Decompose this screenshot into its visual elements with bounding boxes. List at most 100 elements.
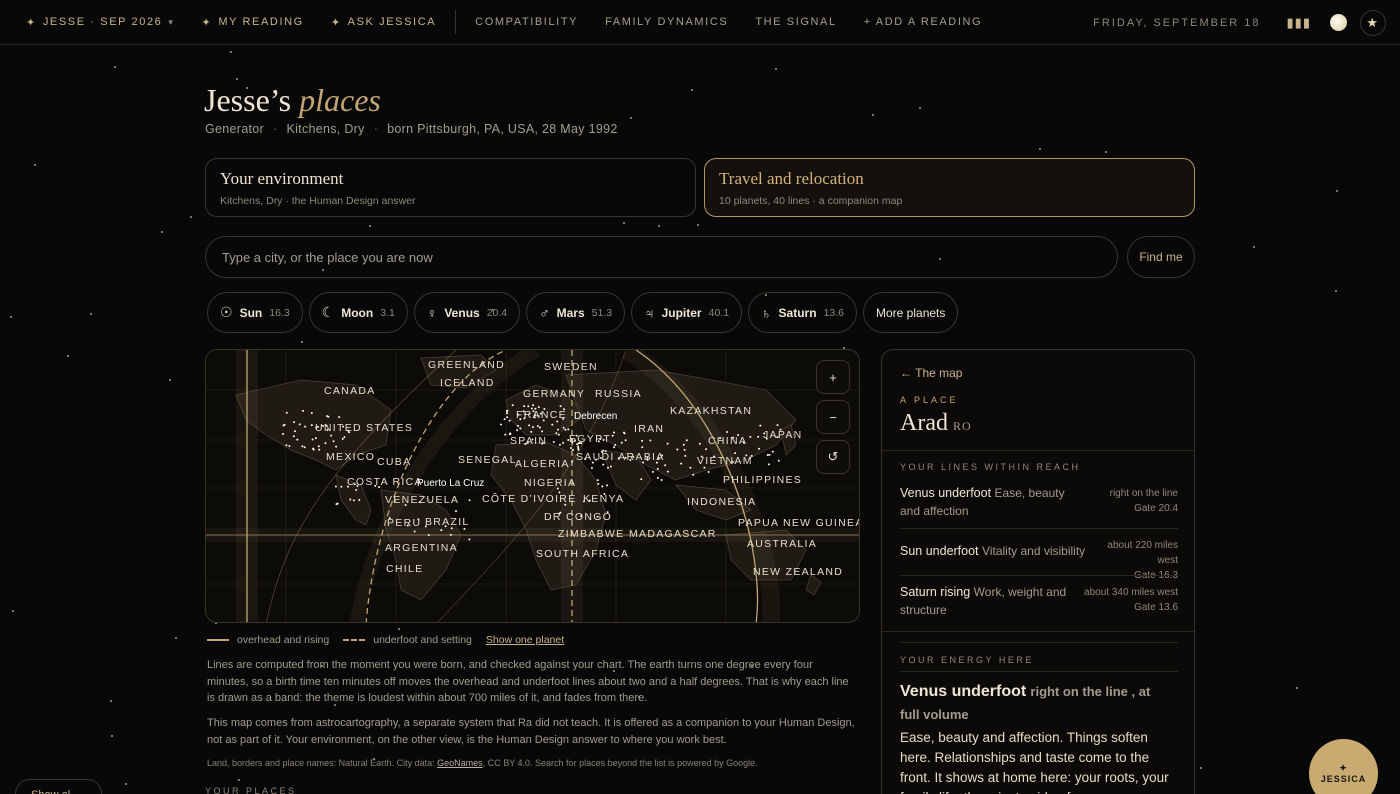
star-dot xyxy=(1105,151,1108,154)
profile-switcher[interactable]: ✦ JESSE · SEP 2026 ▾ xyxy=(26,16,175,29)
city-dot xyxy=(516,424,519,427)
map-label: ZIMBABWE xyxy=(558,528,625,540)
nav-add-reading[interactable]: + ADD A READING xyxy=(864,16,982,28)
chip-mars[interactable]: ♂ Mars 51.3 xyxy=(526,292,626,333)
show-one-planet-link[interactable]: Show one planet xyxy=(486,634,564,646)
city-dot xyxy=(335,445,338,448)
venus-icon: ♀ xyxy=(426,304,438,321)
city-dot xyxy=(606,466,609,469)
city-dot xyxy=(468,538,471,541)
city-dot xyxy=(777,459,780,462)
star-dot xyxy=(369,225,372,228)
map-label: AUSTRALIA xyxy=(747,538,818,550)
city-dot xyxy=(614,443,617,446)
chip-jupiter[interactable]: ♃ Jupiter 40.1 xyxy=(631,292,743,333)
city-dot xyxy=(656,467,659,470)
ask-jessica-fab[interactable]: ✦ JESSICA xyxy=(1309,739,1378,794)
map-label: ARGENTINA xyxy=(385,542,458,554)
star-dot xyxy=(1335,290,1338,293)
city-dot xyxy=(552,440,555,443)
city-dot xyxy=(757,435,760,438)
city-dot xyxy=(656,476,659,479)
map-label: SPAIN xyxy=(510,435,548,447)
city-dot xyxy=(749,435,752,438)
card-title: Your environment xyxy=(220,169,344,188)
city-dot xyxy=(685,439,688,442)
chip-moon[interactable]: ☾ Moon 3.1 xyxy=(308,292,408,333)
map-label: VIETNAM xyxy=(697,455,753,467)
city-dot xyxy=(613,446,616,449)
card-your-environment[interactable]: Your environment Kitchens, Dry · the Hum… xyxy=(205,158,696,217)
city-dot xyxy=(559,405,562,408)
star-dot xyxy=(114,65,117,68)
legend-dashed-label: underfoot and setting xyxy=(373,634,472,646)
saturn-icon: ♄ xyxy=(761,304,772,321)
world-map[interactable]: GREENLAND SWEDEN ICELAND CANADA GERMANY … xyxy=(205,349,860,623)
map-legend: overhead and rising underfoot and settin… xyxy=(207,634,564,646)
card-travel-relocation[interactable]: Travel and relocation 10 planets, 40 lin… xyxy=(704,158,1195,217)
environment-label: Kitchens, Dry xyxy=(286,122,365,136)
reset-view-button[interactable]: ↺ xyxy=(816,440,850,474)
menu-dots-icon[interactable]: ▮▮▮ xyxy=(1287,15,1311,31)
zoom-in-button[interactable]: + xyxy=(816,360,850,394)
city-dot xyxy=(358,499,361,502)
city-dot xyxy=(759,424,762,427)
map-label: MADAGASCAR xyxy=(629,528,717,540)
sun-icon: ☉ xyxy=(220,304,233,320)
city-dot xyxy=(355,489,358,492)
place-search-input[interactable] xyxy=(205,236,1118,278)
line-item-sun[interactable]: Sun underfoot Vitality and visibility ab… xyxy=(900,540,1178,583)
star-dot xyxy=(1252,245,1255,248)
chip-sun[interactable]: ☉ Sun 16.3 xyxy=(207,292,303,333)
favorite-star-button[interactable]: ★ xyxy=(1360,9,1386,36)
moon-icon: ☾ xyxy=(321,304,335,320)
city-dot xyxy=(304,425,307,428)
note-credits: Land, borders and place names: Natural E… xyxy=(207,758,758,768)
city-dot xyxy=(334,485,337,488)
find-me-button[interactable]: Find me xyxy=(1127,236,1195,278)
star-dot xyxy=(1038,147,1041,150)
city-dot xyxy=(771,450,774,453)
city-dot xyxy=(537,406,540,409)
chip-more-planets[interactable]: More planets xyxy=(863,292,959,333)
line-item-venus[interactable]: Venus underfoot Ease, beauty and affecti… xyxy=(900,484,1178,520)
city-dot xyxy=(596,479,599,482)
map-label: CÔTE D’IVOIRE xyxy=(482,493,577,505)
star-dot xyxy=(235,77,238,80)
city-dot xyxy=(440,529,443,532)
city-dot xyxy=(557,433,560,436)
card-subtitle: Kitchens, Dry · the Human Design answer xyxy=(220,195,416,207)
geonames-link[interactable]: GeoNames xyxy=(437,758,483,768)
chip-saturn[interactable]: ♄ Saturn 13.6 xyxy=(748,292,857,333)
city-dot xyxy=(555,432,558,435)
moon-theme-icon[interactable] xyxy=(1330,14,1347,31)
city-dot xyxy=(296,438,299,441)
nav-family-dynamics[interactable]: FAMILY DYNAMICS xyxy=(605,16,728,28)
energy-title: Venus underfoot right on the line , at f… xyxy=(900,683,1151,722)
city-dot xyxy=(311,438,314,441)
city-dot xyxy=(613,431,616,434)
nav-my-reading[interactable]: ✦ MY READING xyxy=(202,16,304,29)
title-name: Jesse’s xyxy=(204,82,292,118)
zoom-out-button[interactable]: − xyxy=(816,400,850,434)
city-dot xyxy=(683,448,686,451)
map-label: EGYPT xyxy=(569,433,612,445)
star-dot xyxy=(168,378,171,381)
energy-heading: YOUR ENERGY HERE xyxy=(900,655,1034,665)
nav-ask-jessica[interactable]: ✦ ASK JESSICA xyxy=(331,16,436,29)
city-dot xyxy=(532,404,535,407)
map-label: CHILE xyxy=(386,563,424,575)
city-dot xyxy=(623,432,626,435)
map-label: MEXICO xyxy=(326,451,376,463)
back-to-map-link[interactable]: ← The map xyxy=(900,366,962,380)
show-all-button[interactable]: Show al... xyxy=(15,779,102,794)
nav-right: FRIDAY, SEPTEMBER 18 ▮▮▮ ★ xyxy=(1093,0,1400,45)
note-lines: Lines are computed from the moment you w… xyxy=(207,659,849,704)
country-code: RO xyxy=(952,419,972,433)
city-dot xyxy=(597,482,600,485)
nav-the-signal[interactable]: THE SIGNAL xyxy=(755,16,836,28)
type-label: Generator xyxy=(205,122,264,136)
line-item-saturn[interactable]: Saturn rising Work, weight and structure… xyxy=(900,583,1178,619)
nav-compatibility[interactable]: COMPATIBILITY xyxy=(475,16,578,28)
chip-venus[interactable]: ♀ Venus 20.4 xyxy=(413,292,521,333)
